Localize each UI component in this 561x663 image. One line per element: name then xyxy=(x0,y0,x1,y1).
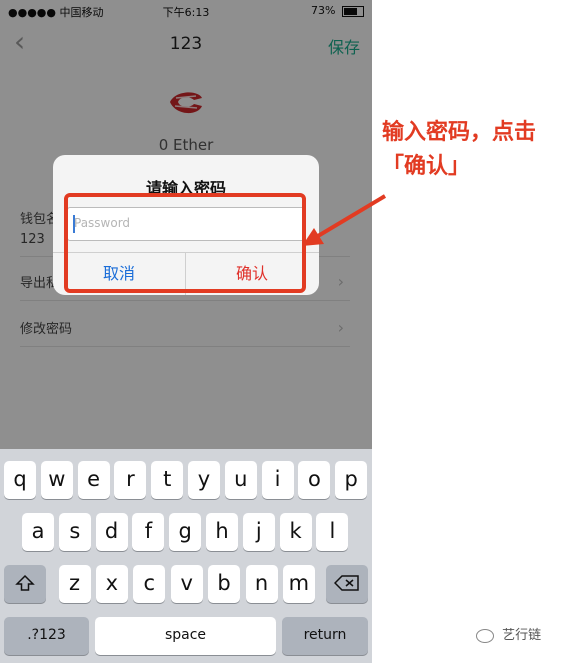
watermark-text: 艺行链 xyxy=(502,628,542,643)
watermark: 艺行链 xyxy=(476,624,541,643)
annotation-arrow-icon xyxy=(302,194,387,246)
annotation-text: 输入密码，点击「确认」 xyxy=(382,120,537,179)
wechat-icon xyxy=(476,628,494,643)
